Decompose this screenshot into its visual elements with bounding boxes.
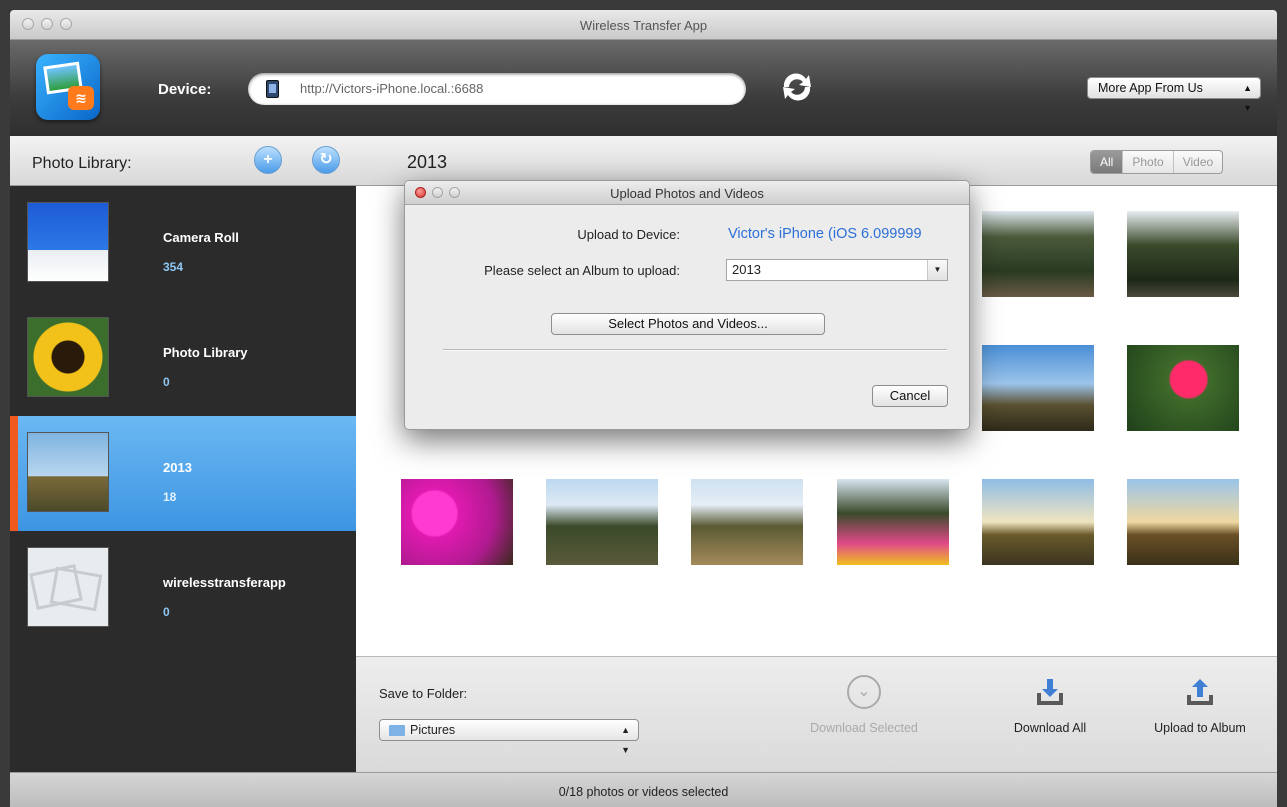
iphone-icon [266,80,279,98]
connect-refresh-button[interactable] [778,70,816,104]
dialog-titlebar: Upload Photos and Videos [405,181,969,205]
download-selected-icon: ⌄ [847,675,881,709]
content-header: 2013 All Photo Video [356,136,1277,186]
album-sidebar: Photo Library: + ↻ Camera Roll 354 Photo… [10,136,356,772]
dialog-title: Upload Photos and Videos [610,186,764,201]
album-item-photo-library[interactable]: Photo Library 0 [10,301,356,416]
photo-thumbnail[interactable] [1127,479,1239,565]
add-album-icon: + [263,151,273,168]
download-all-label: Download All [1013,721,1087,735]
device-url-field[interactable]: http://Victors-iPhone.local.:6688 [248,73,746,105]
sidebar-header: Photo Library: + ↻ [10,136,356,186]
toolbar: ≋ Device: http://Victors-iPhone.local.:6… [10,40,1277,136]
filter-photo[interactable]: Photo [1122,151,1172,173]
upload-dialog: Upload Photos and Videos Upload to Devic… [404,180,970,430]
album-count: 18 [163,490,177,504]
add-album-button[interactable]: + [254,146,282,174]
save-to-folder-label: Save to Folder: [379,686,468,701]
photo-thumbnail[interactable] [401,479,513,565]
download-selected-label: Download Selected [810,721,918,735]
upload-to-album-label: Upload to Album [1154,721,1246,735]
media-filter-segmented: All Photo Video [1090,150,1224,174]
bottom-actions-panel: Save to Folder: Pictures ▲ ▼ ⌄ Download S… [356,656,1277,772]
album-thumbnail [27,317,109,397]
photo-library-title: Photo Library: [32,155,132,172]
album-name: Camera Roll [163,230,239,245]
upload-tray-icon [1187,679,1213,705]
photo-thumbnail[interactable] [837,479,949,565]
photo-thumbnail[interactable] [982,211,1094,297]
album-thumbnail [27,547,109,627]
filter-all[interactable]: All [1091,151,1123,173]
photo-thumbnail[interactable] [1127,345,1239,431]
refresh-albums-button[interactable]: ↻ [312,146,340,174]
selection-status: 0/18 photos or videos selected [558,785,729,799]
filter-video[interactable]: Video [1172,151,1222,173]
upload-to-album-button[interactable]: Upload to Album [1138,675,1262,735]
device-url-text: http://Victors-iPhone.local.:6688 [300,81,484,96]
upload-album-value: 2013 [732,262,761,277]
download-all-button[interactable]: Download All [995,675,1105,735]
device-label: Device: [158,81,212,98]
upload-album-select[interactable]: 2013 ▼ [726,259,948,281]
save-folder-value: Pictures [410,723,456,737]
album-count: 354 [163,260,184,274]
album-count: 0 [163,605,170,619]
current-album-title: 2013 [407,152,448,172]
window-titlebar: Wireless Transfer App [10,10,1277,40]
cancel-button[interactable]: Cancel [872,385,948,407]
up-down-arrows-icon: ▲ ▼ [621,725,630,755]
download-tray-icon [1037,679,1063,705]
album-item-camera-roll[interactable]: Camera Roll 354 [10,186,356,301]
album-thumbnail [27,202,109,282]
album-item-2013[interactable]: 2013 18 [10,416,356,531]
select-album-label: Please select an Album to upload: [484,263,680,278]
photo-thumbnail[interactable] [982,479,1094,565]
app-logo-icon: ≋ [36,54,100,120]
photo-thumbnail[interactable] [691,479,803,565]
photo-thumbnail[interactable] [1127,211,1239,297]
photo-thumbnail[interactable] [546,479,658,565]
select-photos-videos-button[interactable]: Select Photos and Videos... [551,313,825,335]
dialog-separator [443,349,947,351]
up-down-arrows-icon: ▲ ▼ [1243,83,1252,113]
placeholder-photos-icon [29,564,103,612]
window-title: Wireless Transfer App [579,18,708,33]
more-apps-label: More App From Us [1098,81,1203,95]
folder-icon [389,725,405,736]
album-item-wirelesstransferapp[interactable]: wirelesstransferapp 0 [10,531,356,646]
album-name: 2013 [163,460,192,475]
status-bar: 0/18 photos or videos selected [10,772,1277,807]
sync-arrows-icon [783,73,811,101]
album-count: 0 [163,375,170,389]
dropdown-arrow-icon: ▼ [927,260,947,280]
target-device-name: Victor's iPhone (iOS 6.099999 [728,226,922,242]
photo-thumbnail[interactable] [982,345,1094,431]
more-apps-dropdown[interactable]: More App From Us ▲ ▼ [1087,77,1261,113]
album-name: Photo Library [163,345,248,360]
upload-to-device-label: Upload to Device: [577,227,680,242]
save-folder-dropdown[interactable]: Pictures ▲ ▼ [379,719,639,755]
album-thumbnail [27,432,109,512]
download-selected-button[interactable]: ⌄ Download Selected [799,675,929,735]
refresh-icon: ↻ [319,151,333,168]
album-name: wirelesstransferapp [163,575,286,590]
